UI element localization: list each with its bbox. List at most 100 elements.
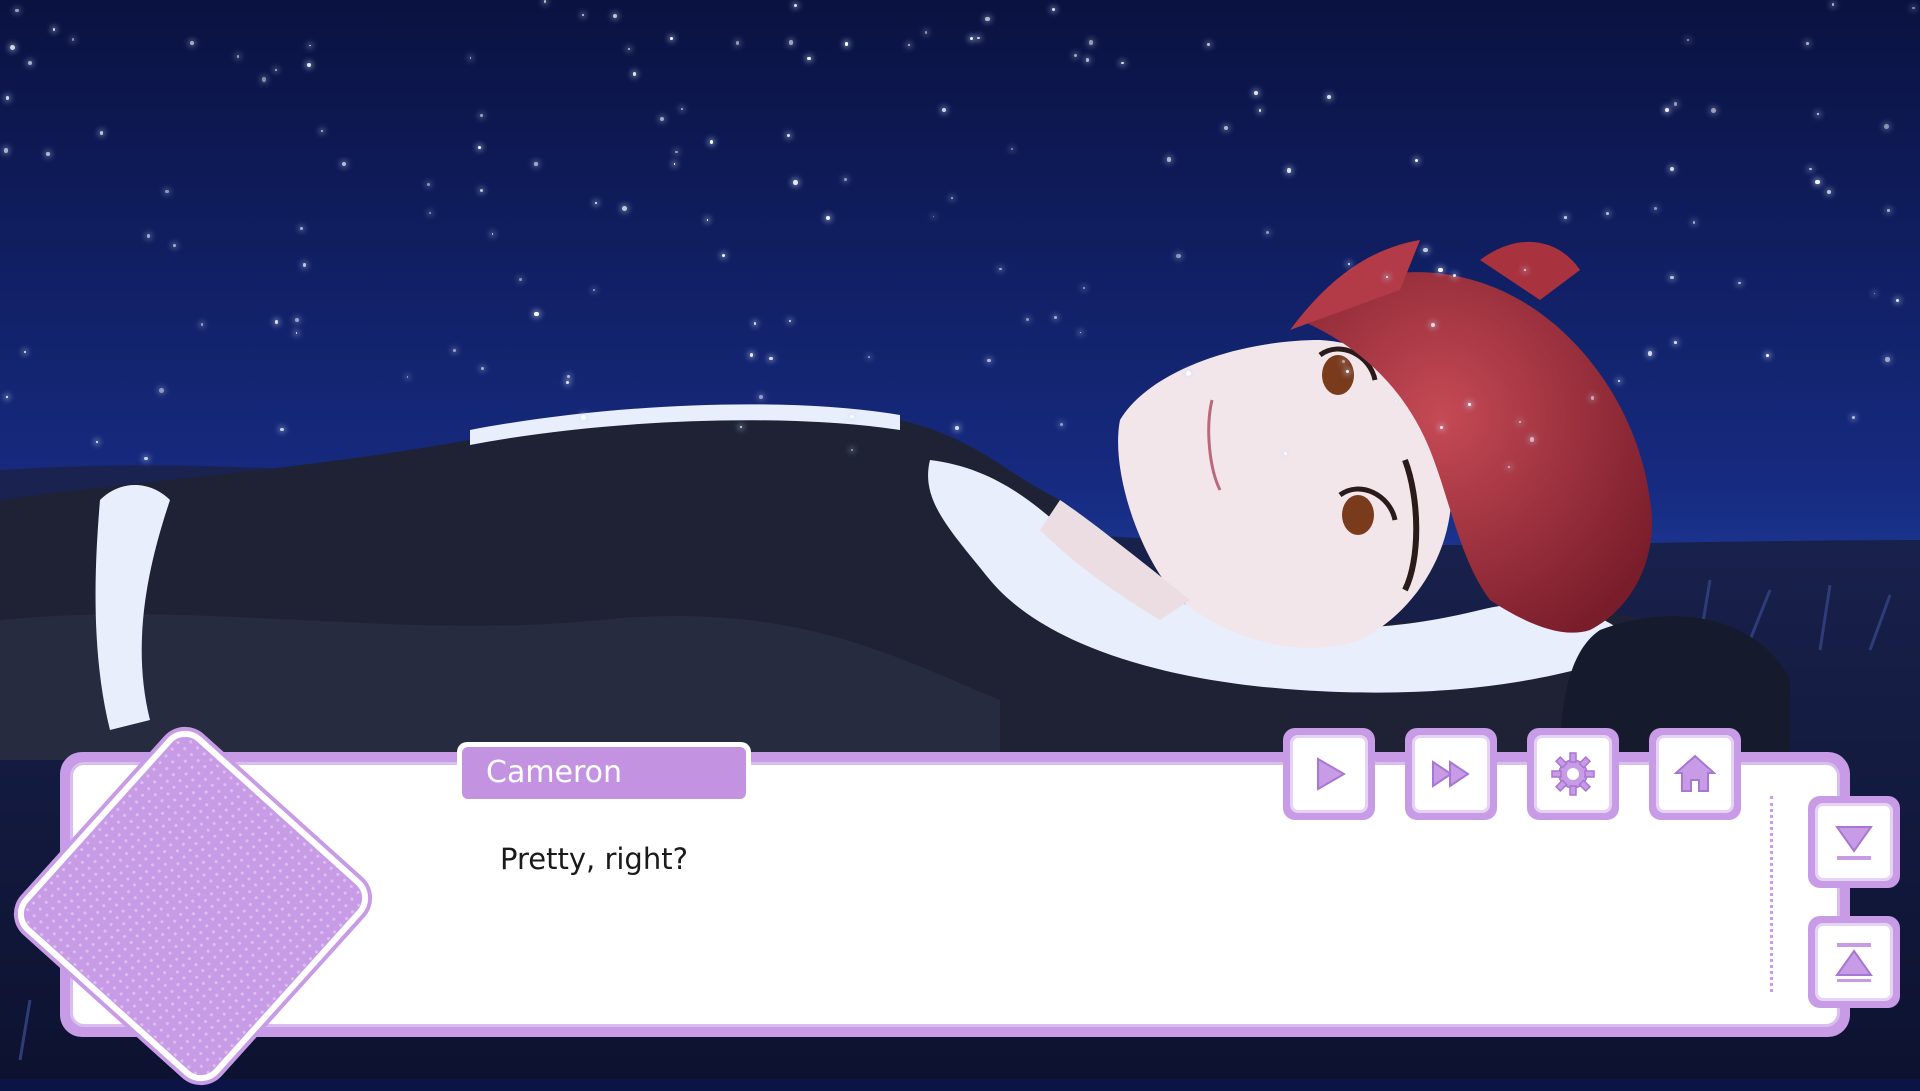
fast-forward-icon [1432,760,1470,788]
star [1452,273,1456,278]
star [955,426,960,430]
star [1088,39,1094,45]
star [306,62,311,67]
star [1286,167,1292,173]
star [850,414,854,418]
star [868,355,871,358]
speaker-name: Cameron [462,747,746,799]
star [793,180,798,185]
dialogue-text: Pretty, right? [500,842,688,876]
star [735,40,740,45]
star [99,131,103,135]
play-icon [1317,757,1347,791]
star [428,211,431,214]
star [987,358,991,363]
star [1423,247,1428,253]
scroll-down-icon [1835,826,1873,860]
star [1687,38,1690,41]
star [581,414,587,420]
star [299,226,303,231]
star [1738,281,1741,285]
star [1025,318,1029,322]
star [969,36,973,40]
star [1224,125,1229,130]
star [593,289,595,291]
star [850,449,853,452]
star [826,216,830,221]
star [1053,315,1057,319]
star [675,150,678,154]
star [46,152,50,156]
star [534,312,539,317]
star [1895,298,1900,302]
star [1912,6,1915,10]
star [1605,211,1609,215]
star [632,72,637,76]
star [5,95,10,100]
star [453,349,456,352]
star [753,322,756,325]
gear-icon [1551,752,1595,796]
star [71,38,74,41]
star [612,13,617,18]
eye-lower [1342,495,1374,535]
star [950,197,953,199]
star [5,395,8,398]
star [924,31,928,34]
star [1207,43,1211,46]
star [158,388,164,394]
star [1507,465,1510,468]
star [1590,396,1595,400]
star [622,205,628,211]
home-icon [1673,754,1717,792]
scroll-to-top-button[interactable] [1808,916,1900,1008]
star [27,61,32,66]
star [144,457,148,461]
star [807,56,811,60]
star [1414,158,1418,162]
star [789,320,792,322]
star [9,45,15,50]
star [681,108,683,110]
star [594,202,597,205]
skip-button[interactable] [1405,728,1497,820]
scroll-down-button[interactable] [1808,796,1900,888]
star [341,161,346,167]
star [1665,108,1670,112]
star [999,267,1002,270]
star [1468,403,1471,406]
star [1176,253,1181,259]
star [1185,371,1191,377]
star [749,352,754,357]
speaker-name-plate: Cameron [457,742,751,804]
dialogue-scroll-track [1770,796,1773,992]
eye-upper [1322,355,1354,395]
star [1831,3,1834,6]
star [1166,156,1172,162]
star [1284,451,1288,455]
home-button[interactable] [1649,728,1741,820]
star [1254,91,1258,95]
star [274,320,279,324]
star [1059,423,1063,427]
star [534,162,538,166]
star [479,113,483,117]
star [1809,167,1812,170]
star [844,42,849,46]
star [1670,276,1674,280]
star [320,129,323,132]
star [1710,107,1716,113]
star [200,323,204,326]
star [236,55,240,58]
star [759,395,763,399]
settings-button[interactable] [1527,728,1619,820]
star [1010,147,1013,151]
star [1883,124,1889,130]
star [1887,209,1890,212]
star [1670,166,1674,171]
auto-play-button[interactable] [1283,728,1375,820]
star [518,277,522,281]
star [295,318,299,322]
star [14,8,19,13]
star [261,77,266,82]
